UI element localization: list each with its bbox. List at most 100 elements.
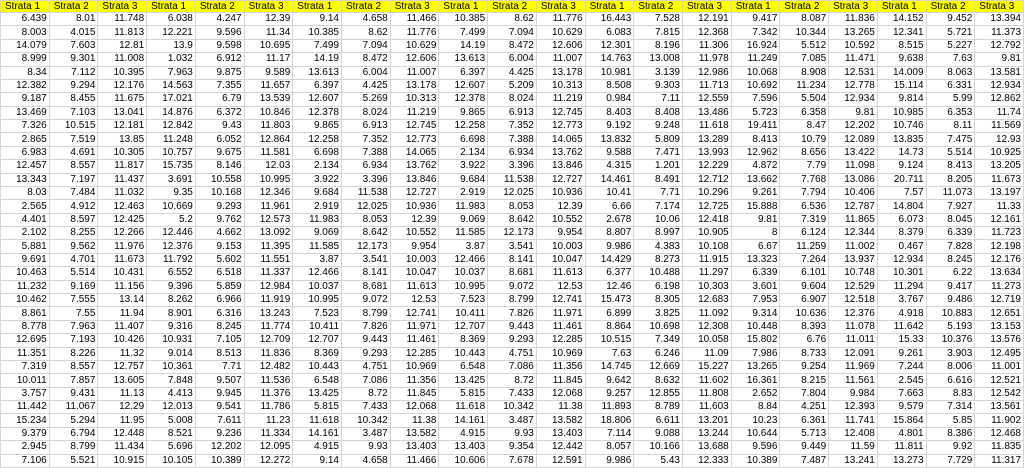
table-cell[interactable]: 12.03 bbox=[244, 160, 294, 174]
table-cell[interactable]: 13.394 bbox=[975, 13, 1024, 27]
table-cell[interactable]: 8.799 bbox=[342, 307, 391, 321]
table-cell[interactable]: 11.232 bbox=[1, 280, 50, 295]
table-cell[interactable]: 10.995 bbox=[439, 280, 489, 295]
table-cell[interactable]: 9.675 bbox=[195, 146, 245, 161]
table-cell[interactable]: 9.954 bbox=[536, 227, 586, 241]
table-cell[interactable]: 11.466 bbox=[390, 454, 440, 468]
table-cell[interactable]: 5.294 bbox=[49, 414, 99, 428]
table-cell[interactable]: 7.848 bbox=[147, 374, 196, 388]
table-cell[interactable]: 14.079 bbox=[1, 39, 50, 54]
table-cell[interactable]: 13.422 bbox=[829, 146, 878, 161]
table-cell[interactable]: 12.393 bbox=[829, 401, 878, 415]
table-cell[interactable]: 3.487 bbox=[488, 414, 537, 428]
table-cell[interactable]: 13.846 bbox=[390, 173, 440, 187]
table-cell[interactable]: 6.912 bbox=[195, 53, 245, 67]
table-cell[interactable]: 8.799 bbox=[49, 441, 99, 455]
table-cell[interactable]: 10.936 bbox=[390, 200, 440, 214]
table-cell[interactable]: 12.934 bbox=[877, 253, 927, 268]
table-cell[interactable]: 11.893 bbox=[585, 401, 635, 415]
table-cell[interactable]: 11.603 bbox=[683, 401, 732, 415]
table-cell[interactable]: 10.995 bbox=[293, 294, 342, 308]
table-cell[interactable]: 12.46 bbox=[585, 280, 635, 295]
table-cell[interactable]: 12.376 bbox=[829, 307, 878, 321]
table-cell[interactable]: 6.316 bbox=[195, 307, 245, 321]
table-cell[interactable]: 8.901 bbox=[147, 307, 196, 321]
table-cell[interactable]: 13.582 bbox=[390, 427, 440, 442]
table-cell[interactable]: 11.373 bbox=[975, 26, 1024, 40]
table-cell[interactable]: 9.954 bbox=[390, 240, 440, 254]
table-cell[interactable]: 13.662 bbox=[731, 173, 781, 187]
table-cell[interactable]: 8.656 bbox=[780, 146, 830, 161]
table-cell[interactable]: 7.804 bbox=[780, 387, 830, 402]
table-cell[interactable]: 3.541 bbox=[488, 240, 537, 254]
table-cell[interactable]: 11.817 bbox=[98, 160, 148, 174]
table-cell[interactable]: 11.642 bbox=[877, 320, 927, 335]
table-cell[interactable]: 6.397 bbox=[293, 79, 342, 94]
table-cell[interactable]: 11.259 bbox=[780, 240, 830, 254]
table-cell[interactable]: 11.569 bbox=[975, 120, 1024, 134]
table-cell[interactable]: 12.161 bbox=[975, 213, 1024, 228]
table-cell[interactable]: 6.339 bbox=[926, 227, 976, 241]
table-cell[interactable]: 8.557 bbox=[49, 360, 99, 375]
table-cell[interactable]: 12.727 bbox=[390, 186, 440, 201]
table-cell[interactable]: 9.638 bbox=[877, 53, 927, 67]
table-cell[interactable]: 9.452 bbox=[926, 13, 976, 27]
table-cell[interactable]: 13.178 bbox=[390, 79, 440, 94]
table-cell[interactable]: 13.403 bbox=[390, 441, 440, 455]
table-cell[interactable]: 7.433 bbox=[342, 401, 391, 415]
table-cell[interactable]: 8.472 bbox=[342, 53, 391, 67]
table-cell[interactable]: 7.603 bbox=[49, 39, 99, 54]
table-cell[interactable]: 10.047 bbox=[390, 267, 440, 281]
table-cell[interactable]: 12.382 bbox=[1, 79, 50, 94]
table-cell[interactable]: 10.79 bbox=[780, 133, 830, 147]
table-cell[interactable]: 14.73 bbox=[877, 146, 927, 161]
column-header[interactable]: Strata 1 bbox=[293, 1, 342, 13]
table-cell[interactable]: 12.39 bbox=[390, 213, 440, 228]
table-cell[interactable]: 10.969 bbox=[390, 360, 440, 375]
table-cell[interactable]: 6.372 bbox=[195, 106, 245, 121]
table-cell[interactable]: 11.915 bbox=[683, 253, 732, 268]
table-cell[interactable]: 10.757 bbox=[147, 146, 196, 161]
table-cell[interactable]: 13.846 bbox=[536, 160, 586, 174]
table-cell[interactable]: 8.62 bbox=[488, 13, 537, 27]
table-cell[interactable]: 12.301 bbox=[585, 39, 635, 54]
table-cell[interactable]: 6.353 bbox=[926, 106, 976, 121]
table-cell[interactable]: 10.344 bbox=[780, 26, 830, 40]
table-cell[interactable]: 13.613 bbox=[293, 66, 342, 80]
table-cell[interactable]: 10.552 bbox=[390, 227, 440, 241]
table-cell[interactable]: 12.173 bbox=[342, 240, 391, 254]
table-cell[interactable]: 2.102 bbox=[1, 227, 50, 241]
table-cell[interactable]: 7.55 bbox=[49, 307, 99, 321]
table-cell[interactable]: 8.34 bbox=[1, 66, 50, 80]
table-cell[interactable]: 13.762 bbox=[390, 160, 440, 174]
table-cell[interactable]: 5.514 bbox=[926, 146, 976, 161]
table-cell[interactable]: 12.308 bbox=[683, 320, 732, 335]
table-cell[interactable]: 13.634 bbox=[975, 267, 1024, 281]
column-header[interactable]: Strata 2 bbox=[49, 1, 99, 13]
table-cell[interactable]: 11.602 bbox=[683, 374, 732, 388]
table-cell[interactable]: 10.746 bbox=[877, 120, 927, 134]
table-cell[interactable]: 7.105 bbox=[195, 334, 245, 348]
table-cell[interactable]: 7.193 bbox=[49, 334, 99, 348]
table-cell[interactable]: 9.449 bbox=[780, 441, 830, 455]
table-cell[interactable]: 12.466 bbox=[293, 267, 342, 281]
table-cell[interactable]: 13.425 bbox=[439, 374, 489, 388]
table-cell[interactable]: 12.457 bbox=[1, 160, 50, 174]
table-cell[interactable]: 6.934 bbox=[342, 160, 391, 174]
table-cell[interactable]: 7.611 bbox=[195, 414, 245, 428]
table-cell[interactable]: 10.698 bbox=[634, 320, 683, 335]
table-cell[interactable]: 14.161 bbox=[439, 414, 489, 428]
table-cell[interactable]: 11.836 bbox=[829, 13, 878, 27]
table-cell[interactable]: 8.632 bbox=[634, 374, 683, 388]
table-cell[interactable]: 12.425 bbox=[98, 213, 148, 228]
table-cell[interactable]: 9.684 bbox=[293, 186, 342, 201]
table-cell[interactable]: 5.815 bbox=[439, 387, 489, 402]
table-cell[interactable]: 8.521 bbox=[147, 427, 196, 442]
table-cell[interactable]: 11.618 bbox=[293, 414, 342, 428]
table-cell[interactable]: 12.719 bbox=[975, 294, 1024, 308]
table-cell[interactable]: 12.191 bbox=[683, 13, 732, 27]
table-cell[interactable]: 6.698 bbox=[293, 146, 342, 161]
table-cell[interactable]: 9.486 bbox=[926, 294, 976, 308]
column-header[interactable]: Strata 2 bbox=[926, 1, 976, 13]
table-cell[interactable]: 7.471 bbox=[634, 146, 683, 161]
